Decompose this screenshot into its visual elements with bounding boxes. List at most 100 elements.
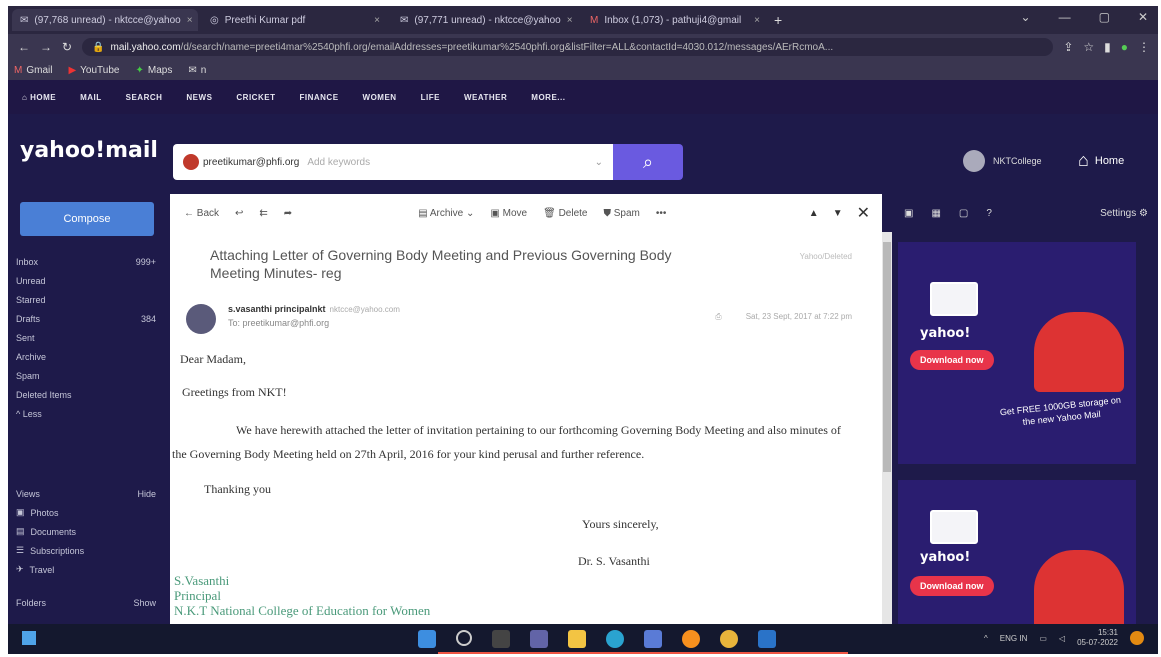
menu-icon[interactable]: ⋮	[1138, 40, 1150, 54]
home-link[interactable]: ⌂ Home	[1078, 150, 1124, 171]
notification-icon[interactable]	[1130, 631, 1144, 645]
sidebar-item-inbox[interactable]: Inbox 999+	[16, 252, 156, 271]
close-icon[interactable]: ×	[374, 15, 380, 26]
language-indicator[interactable]: ENG IN	[1000, 634, 1028, 643]
close-icon[interactable]: ×	[187, 15, 193, 26]
star-icon[interactable]: ☆	[1083, 40, 1094, 54]
help-icon[interactable]: ?	[986, 208, 992, 219]
close-icon[interactable]: ✕	[857, 203, 870, 223]
sidebar-item-archive[interactable]: Archive	[16, 347, 156, 366]
sidebar-item-spam[interactable]: Spam	[16, 366, 156, 385]
url-field[interactable]: 🔒 mail.yahoo.com /d/search/name=preeti4m…	[82, 38, 1054, 56]
more-button[interactable]: •••	[656, 208, 667, 219]
new-tab-button[interactable]: +	[774, 12, 782, 28]
user-account[interactable]: NKTCollege	[963, 150, 1042, 172]
search-icon[interactable]	[456, 630, 472, 646]
app-icon[interactable]	[758, 630, 776, 648]
browser-tab[interactable]: ✉ (97,768 unread) - nktcce@yahoo ×	[12, 9, 198, 31]
nav-more[interactable]: MORE...	[531, 93, 565, 102]
print-icon[interactable]: ⎙	[715, 312, 721, 321]
maximize-icon[interactable]: ▢	[1099, 10, 1110, 24]
edge-icon[interactable]	[606, 630, 624, 648]
search-chip[interactable]: preetikumar@phfi.org	[183, 154, 299, 170]
settings-button[interactable]: Settings ⚙	[1100, 208, 1148, 219]
search-button[interactable]: ⌕	[613, 144, 683, 180]
bookmark-youtube[interactable]: ▶ YouTube	[68, 65, 119, 76]
browser-tab[interactable]: M Inbox (1,073) - pathuji4@gmail ×	[582, 9, 768, 31]
close-icon[interactable]: ✕	[1138, 10, 1148, 24]
spam-button[interactable]: ⛊ Spam	[603, 208, 639, 219]
move-button[interactable]: ▣ Move	[490, 208, 527, 219]
nav-weather[interactable]: WEATHER	[464, 93, 507, 102]
compose-button[interactable]: Compose	[20, 202, 154, 236]
sidebar-item-travel[interactable]: ✈ Travel	[16, 560, 156, 579]
forward-arrow-icon[interactable]: →	[40, 40, 52, 54]
chrome-icon[interactable]	[720, 630, 738, 648]
volume-icon[interactable]: ◁	[1059, 634, 1065, 643]
sidebar-item-photos[interactable]: ▣ Photos	[16, 503, 156, 522]
nav-mail[interactable]: MAIL	[80, 93, 102, 102]
nav-search[interactable]: SEARCH	[126, 93, 163, 102]
ad-banner[interactable]: yahoo! Download now Get FREE 1000GB stor…	[898, 242, 1136, 464]
nav-cricket[interactable]: CRICKET	[236, 93, 275, 102]
sidebar-item-unread[interactable]: Unread	[16, 271, 156, 290]
store-icon[interactable]	[644, 630, 662, 648]
sidebar-item-less[interactable]: ^ Less	[16, 404, 156, 423]
archive-button[interactable]: ▤ Archive ⌄	[418, 208, 474, 219]
minimize-icon[interactable]: —	[1059, 10, 1071, 24]
bookmark-maps[interactable]: ✦ Maps	[135, 65, 172, 76]
nav-life[interactable]: LIFE	[421, 93, 440, 102]
firefox-icon[interactable]	[682, 630, 700, 648]
folder-icon[interactable]	[568, 630, 586, 648]
sidebar-item-deleted[interactable]: Deleted Items	[16, 385, 156, 404]
download-now-button[interactable]: Download now	[910, 350, 994, 370]
sidebar-item-subscriptions[interactable]: ☰ Subscriptions	[16, 541, 156, 560]
sidebar-item-drafts[interactable]: Drafts 384	[16, 309, 156, 328]
windows-icon[interactable]	[418, 630, 436, 648]
browser-tab[interactable]: ◎ Preethi Kumar pdf ×	[202, 9, 388, 31]
views-hide-link[interactable]: Hide	[137, 489, 156, 499]
previous-message-icon[interactable]: ▲	[809, 208, 819, 219]
nav-finance[interactable]: FINANCE	[299, 93, 338, 102]
network-icon[interactable]: ▭	[1039, 634, 1047, 643]
share-icon[interactable]: ⇪	[1063, 40, 1073, 54]
next-message-icon[interactable]: ▼	[833, 208, 843, 219]
reply-all-icon[interactable]: ⇇	[259, 208, 267, 219]
sidebar-item-sent[interactable]: Sent	[16, 328, 156, 347]
back-button[interactable]: ← Back	[184, 208, 219, 219]
nav-women[interactable]: WOMEN	[363, 93, 397, 102]
chevron-down-icon[interactable]: ⌄	[1021, 10, 1031, 24]
scrollbar-thumb[interactable]	[883, 242, 891, 472]
forward-icon[interactable]: ➦	[284, 208, 292, 219]
back-arrow-icon[interactable]: ←	[18, 40, 30, 54]
profile-icon[interactable]: ●	[1121, 40, 1128, 54]
close-icon[interactable]: ×	[567, 15, 573, 26]
chevron-up-icon[interactable]: ^	[984, 634, 988, 643]
sidebar-item-starred[interactable]: Starred	[16, 290, 156, 309]
close-icon[interactable]: ×	[754, 15, 760, 26]
message-folder-label[interactable]: Yahoo/Deleted	[800, 252, 852, 261]
yahoo-mail-logo[interactable]: yahoo!mail	[20, 138, 158, 163]
teams-icon[interactable]	[530, 630, 548, 648]
reply-icon[interactable]: ↩	[235, 208, 243, 219]
sidebar-icon[interactable]: ▮	[1104, 40, 1111, 54]
scrollbar[interactable]	[882, 232, 892, 624]
download-now-button[interactable]: Download now	[910, 576, 994, 596]
task-view-icon[interactable]	[492, 630, 510, 648]
delete-button[interactable]: 🗑 Delete	[543, 208, 587, 219]
sidebar-item-documents[interactable]: ▤ Documents	[16, 522, 156, 541]
nav-home[interactable]: ⌂ HOME	[22, 93, 56, 102]
start-icon[interactable]	[22, 631, 36, 645]
sender-name[interactable]: s.vasanthi principalnkt nktcce@yahoo.com	[228, 304, 400, 314]
calendar-icon[interactable]: ▦	[931, 208, 940, 219]
folders-show-link[interactable]: Show	[133, 598, 156, 608]
contacts-icon[interactable]: ▣	[904, 208, 913, 219]
chevron-down-icon[interactable]: ⌄	[595, 157, 603, 168]
ad-banner[interactable]: yahoo! Download now	[898, 480, 1136, 624]
bookmark-other[interactable]: ✉ n	[188, 65, 206, 76]
browser-tab[interactable]: ✉ (97,771 unread) - nktcce@yahoo ×	[392, 9, 578, 31]
nav-news[interactable]: NEWS	[186, 93, 212, 102]
search-input[interactable]: preetikumar@phfi.org Add keywords ⌄	[173, 144, 613, 180]
bookmark-gmail[interactable]: M Gmail	[14, 65, 52, 76]
clock[interactable]: 15:31 05-07-2022	[1077, 628, 1118, 648]
